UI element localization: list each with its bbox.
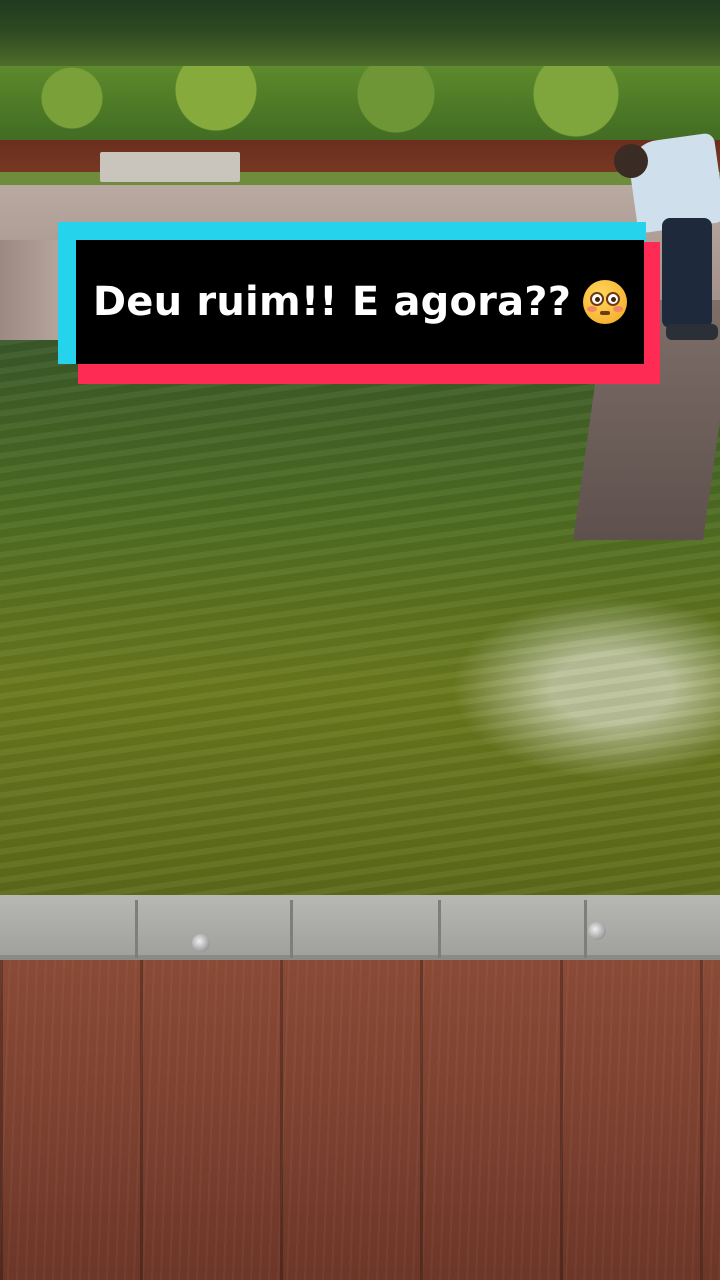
person-shoe (666, 324, 718, 340)
pool-light-fixture (192, 934, 210, 952)
flushed-face-emoji-icon (583, 280, 628, 324)
caption-text: Deu ruim!! E agora?? (92, 279, 572, 325)
pool-coping-stone (0, 895, 720, 961)
pool-light-fixture (588, 922, 606, 940)
coping-seam (290, 900, 293, 958)
coping-seam (438, 900, 441, 958)
person-pants (662, 218, 712, 328)
coping-seam (584, 900, 587, 958)
video-frame (0, 0, 720, 1280)
caption-overlay: Deu ruim!! E agora?? (58, 222, 660, 384)
concrete-slab (100, 152, 240, 182)
person-head (614, 144, 648, 178)
hedge-row (0, 66, 720, 146)
coping-seam (135, 900, 138, 958)
caption-box: Deu ruim!! E agora?? (76, 240, 644, 364)
wood-plank-deck (0, 960, 720, 1280)
